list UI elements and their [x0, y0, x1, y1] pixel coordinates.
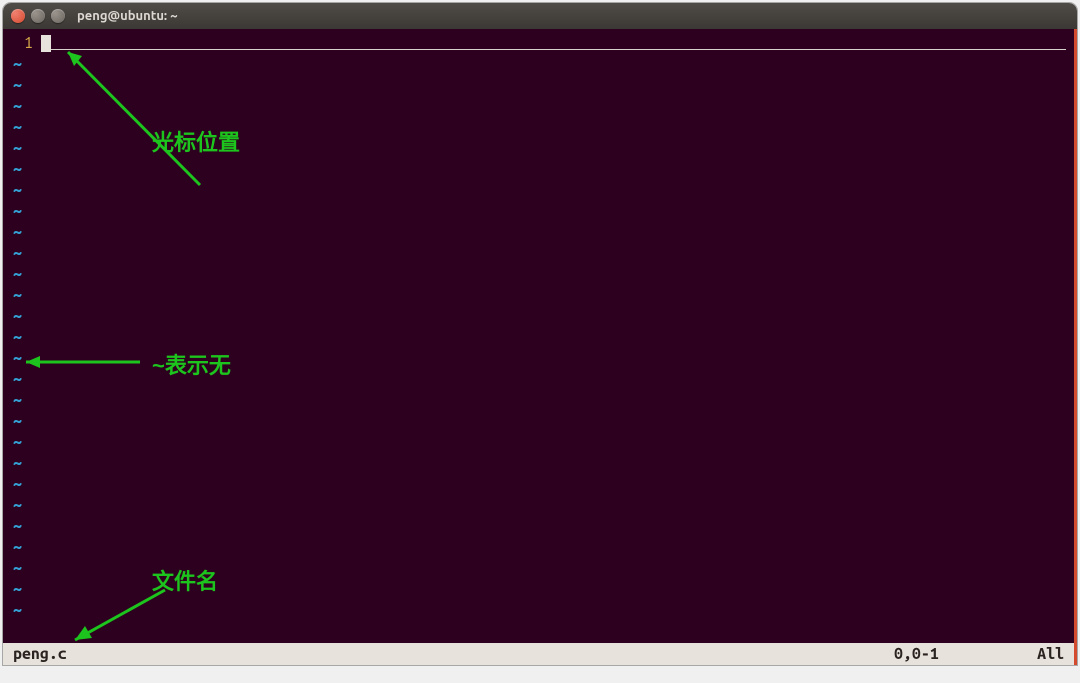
tilde-line: ~ [11, 285, 1066, 306]
tilde-line: ~ [11, 390, 1066, 411]
tilde-lines-container: ~~~~~~~~~~~~~~~~~~~~~~~~~~~ [11, 54, 1066, 621]
line-number: 1 [11, 33, 41, 54]
tilde-line: ~ [11, 327, 1066, 348]
terminal-body[interactable]: 1 ~~~~~~~~~~~~~~~~~~~~~~~~~~~ peng.c 0,0… [3, 29, 1077, 665]
editor-area[interactable]: 1 ~~~~~~~~~~~~~~~~~~~~~~~~~~~ [3, 29, 1074, 643]
tilde-line: ~ [11, 348, 1066, 369]
tilde-line: ~ [11, 495, 1066, 516]
cursor-block [41, 35, 51, 52]
titlebar[interactable]: peng@ubuntu: ~ [3, 3, 1077, 29]
tilde-line: ~ [11, 432, 1066, 453]
status-filename: peng.c [13, 645, 67, 663]
vim-status-bar: peng.c 0,0-1 All [3, 643, 1074, 665]
window-title: peng@ubuntu: ~ [77, 9, 178, 23]
tilde-line: ~ [11, 75, 1066, 96]
tilde-line: ~ [11, 558, 1066, 579]
minimize-icon[interactable] [31, 9, 45, 23]
tilde-line: ~ [11, 180, 1066, 201]
editor-line-1: 1 [11, 33, 1066, 54]
tilde-line: ~ [11, 201, 1066, 222]
tilde-line: ~ [11, 96, 1066, 117]
tilde-line: ~ [11, 222, 1066, 243]
tilde-line: ~ [11, 537, 1066, 558]
tilde-line: ~ [11, 600, 1066, 621]
tilde-line: ~ [11, 54, 1066, 75]
tilde-line: ~ [11, 159, 1066, 180]
tilde-line: ~ [11, 411, 1066, 432]
tilde-line: ~ [11, 306, 1066, 327]
terminal-window: peng@ubuntu: ~ 1 ~~~~~~~~~~~~~~~~~~~~~~~… [3, 3, 1077, 665]
tilde-line: ~ [11, 369, 1066, 390]
tilde-line: ~ [11, 264, 1066, 285]
maximize-icon[interactable] [51, 9, 65, 23]
tilde-line: ~ [11, 579, 1066, 600]
status-scroll-indicator: All [1024, 645, 1064, 663]
tilde-line: ~ [11, 117, 1066, 138]
tilde-line: ~ [11, 474, 1066, 495]
current-line-underline [51, 33, 1066, 50]
tilde-line: ~ [11, 243, 1066, 264]
tilde-line: ~ [11, 453, 1066, 474]
close-icon[interactable] [11, 9, 25, 23]
tilde-line: ~ [11, 138, 1066, 159]
tilde-line: ~ [11, 516, 1066, 537]
status-cursor-position: 0,0-1 [894, 645, 1024, 663]
